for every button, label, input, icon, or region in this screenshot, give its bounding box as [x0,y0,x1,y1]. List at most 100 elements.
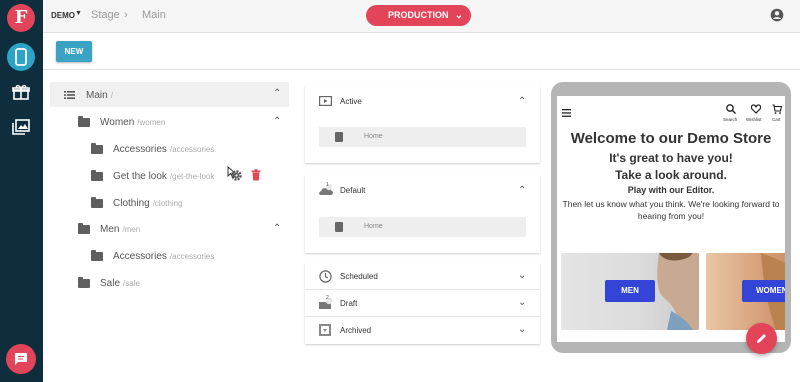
panel-title: Active [340,97,362,106]
tree-path: /accessories [169,144,215,154]
tree-path: /sale [123,278,140,288]
edit-fab-button[interactable] [746,323,777,354]
tree-item-accessories[interactable]: Accessories /accessories [91,136,214,162]
chevron-up-icon[interactable]: ⌃ [518,96,526,107]
tree-label: Main [86,89,108,101]
tree-item-women[interactable]: Women /women [78,109,165,135]
active-panel: Active ⌃ Home [305,86,540,163]
new-button[interactable]: NEW [56,41,92,62]
chevron-down-icon: ⌄ [518,324,527,335]
tree-item-accessories-men[interactable]: Accessories /accessories [91,243,214,269]
folder-icon [91,169,103,181]
tree-item-men[interactable]: Men /men [78,216,140,242]
user-account-icon[interactable] [770,8,784,22]
men-tile-button[interactable]: MEN [605,280,655,302]
page-chip-home[interactable]: Home [319,127,526,147]
environment-dropdown[interactable]: PRODUCTION ⌄ [366,5,471,26]
app-logo[interactable]: F [7,4,35,32]
tree-path: / [110,90,113,100]
store-title: Welcome to our Demo Store [570,130,772,147]
draft-badge: 2 [326,295,329,301]
nav-gifts-button[interactable] [7,78,35,106]
draft-row[interactable]: 2 Draft ⌄ [305,290,540,317]
folder-icon [91,249,103,261]
search-icon [726,104,736,114]
tree-item-sale[interactable]: Sale /sale [78,270,140,296]
tree-item-get-the-look[interactable]: Get the look /get-the-look [91,163,214,189]
default-badge: 1 [326,182,329,188]
folder-icon [78,115,90,127]
document-icon [335,222,343,232]
chevron-up-icon[interactable]: ⌃ [273,223,281,234]
gift-icon [12,85,30,100]
tree-path: /women [137,117,166,127]
preview-screen: Search Wishlist Cart Welcome to our Demo… [557,96,785,342]
top-bar: DEMO ▼ Stage › Main PRODUCTION ⌄ [43,0,800,33]
store-subtitle-2: Take a look around. [615,168,727,182]
panel-title: Default [340,186,366,195]
document-icon [335,132,343,142]
trash-icon[interactable] [251,169,261,181]
tree-label: Sale [100,277,121,289]
folder-icon [91,196,103,208]
row-title: Archived [340,326,372,335]
left-nav: F [0,0,43,382]
tree-label: Women [100,116,135,128]
chat-icon [15,353,27,365]
folder-icon [78,276,90,288]
folder-icon [78,222,90,234]
tree-label: Clothing [113,197,150,209]
scheduled-row[interactable]: Scheduled ⌄ [305,263,540,290]
gallery-icon [12,119,30,135]
breadcrumb-main[interactable]: Main [142,9,166,21]
chevron-up-icon[interactable]: ⌃ [273,88,281,99]
play-icon [319,96,332,106]
chevron-down-icon[interactable]: ▼ [75,10,82,17]
store-body-text: Then let us know what you think. We're l… [562,199,780,221]
archived-row[interactable]: Archived ⌄ [305,317,540,344]
chevron-down-icon: ⌄ [518,297,527,308]
row-title: Draft [340,299,358,308]
mobile-icon [15,48,27,66]
tree-label: Accessories [113,250,167,262]
tree-path: /clothing [152,198,183,208]
chevron-up-icon[interactable]: ⌃ [273,116,281,127]
gear-icon[interactable] [230,169,243,182]
hamburger-menu-icon [562,109,571,117]
chat-button[interactable] [6,344,36,374]
archive-icon [319,324,331,336]
tree-label: Get the look [113,170,167,182]
folder-icon [91,142,103,154]
nav-search-label: Search [723,117,738,122]
page-chip-home[interactable]: Home [319,217,526,237]
default-panel: 1 Default ⌃ Home [305,175,540,253]
breadcrumb-stage[interactable]: Stage [91,9,120,21]
chevron-down-icon: ⌄ [454,10,463,21]
environment-label: PRODUCTION [388,10,449,20]
pencil-icon [757,334,766,343]
nav-cart-label: Cart [772,117,781,122]
nav-pages-button[interactable] [7,43,35,71]
tree-item-clothing[interactable]: Clothing /clothing [91,190,183,216]
men-tile[interactable]: MEN [561,253,699,330]
women-tile-button[interactable]: WOMEN [742,280,785,302]
tree-label: Accessories [113,143,167,155]
tree-path: /accessories [169,251,215,261]
store-subtitle-1: It's great to have you! [609,151,733,165]
page-chip-label: Home [364,223,383,230]
clock-icon [319,270,332,283]
tree-path: /men [122,224,141,234]
store-subtitle-3: Play with our Editor. [627,185,715,195]
app-switcher[interactable]: DEMO [51,11,75,20]
chevron-down-icon: ⌄ [518,270,527,281]
heart-icon [751,104,761,114]
list-icon [64,91,75,99]
page-chip-label: Home [364,133,383,140]
tree-label: Men [100,223,120,235]
cart-icon [772,104,782,114]
women-tile[interactable]: WOMEN [706,253,785,330]
chevron-up-icon[interactable]: ⌃ [518,185,526,196]
tree-item-main[interactable]: Main / [64,82,113,108]
nav-media-button[interactable] [7,113,35,141]
row-title: Scheduled [340,272,378,281]
